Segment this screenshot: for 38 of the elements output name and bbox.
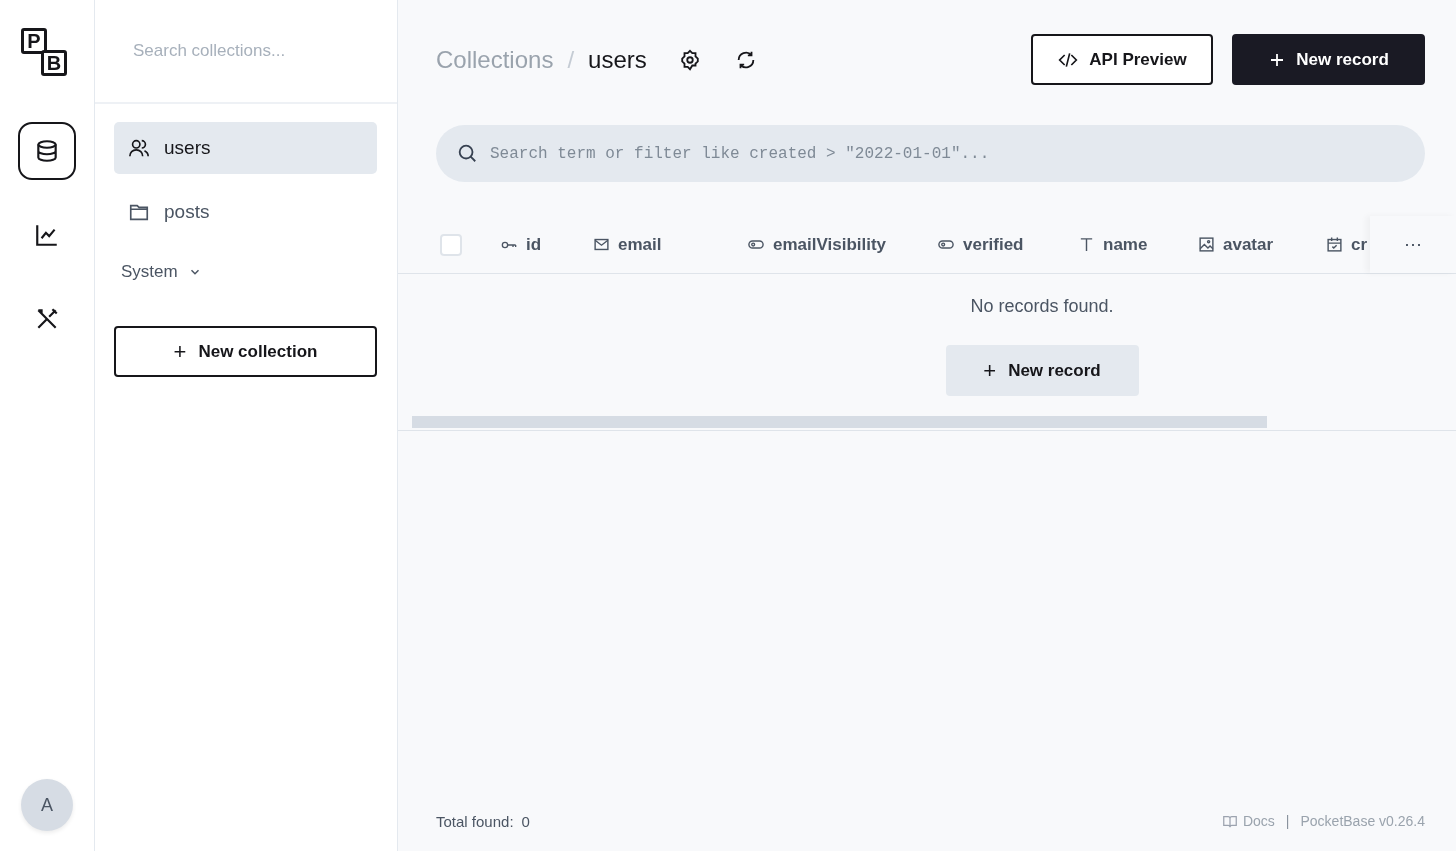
users-icon (128, 137, 150, 159)
database-icon (34, 138, 60, 164)
breadcrumb-current: users (588, 45, 647, 74)
text-icon (1078, 236, 1095, 253)
logo-letter: P (21, 28, 47, 54)
new-collection-button[interactable]: + New collection (114, 326, 377, 377)
total-count: 0 (521, 812, 530, 830)
column-header[interactable]: avatar (1223, 234, 1274, 255)
search-field[interactable]: Search collections... (115, 33, 377, 69)
column-header[interactable]: emailVisibility (773, 234, 887, 255)
column-header[interactable]: cr (1351, 234, 1368, 255)
collection-item[interactable]: users (114, 122, 377, 174)
empty-message: No records found. (970, 296, 1114, 317)
select-all-checkbox[interactable] (440, 233, 462, 256)
new-record-button[interactable]: New record (1232, 34, 1425, 85)
column-header[interactable]: email (618, 234, 662, 255)
collection-item[interactable]: posts (114, 186, 377, 238)
column-header[interactable]: name (1103, 234, 1148, 255)
logo[interactable]: P B (21, 28, 73, 80)
envelope-icon (593, 236, 610, 253)
new-record-button[interactable]: + New record (945, 345, 1139, 396)
column-header[interactable]: verified (963, 234, 1024, 255)
avatar[interactable]: A (21, 779, 73, 831)
book-icon (1221, 813, 1238, 829)
api-preview-button[interactable]: API Preview (1031, 34, 1213, 85)
database-nav-button[interactable] (18, 122, 76, 180)
system-group-toggle[interactable]: System (121, 262, 202, 282)
logo-letter: B (41, 50, 67, 76)
settings-icon[interactable] (678, 48, 701, 71)
total-label: Total found: (436, 812, 514, 830)
chart-icon (34, 222, 60, 248)
footer-separator: | (1285, 813, 1290, 829)
calendar-icon (1326, 236, 1343, 253)
breadcrumb-separator: / (567, 45, 575, 74)
image-icon (1198, 236, 1215, 253)
column-menu-button[interactable]: ··· (1404, 234, 1422, 255)
column-header[interactable]: id (526, 234, 542, 255)
filter-search-field[interactable]: Search term or filter like created > "2022-01-01"... (436, 125, 1425, 182)
